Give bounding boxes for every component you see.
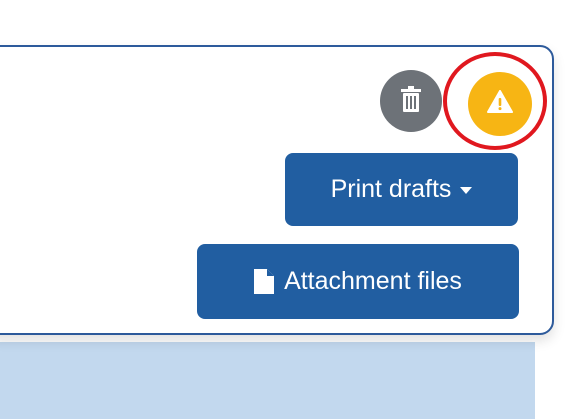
file-icon — [254, 269, 275, 294]
trash-icon — [400, 86, 422, 116]
attachment-files-button[interactable]: Attachment files — [197, 244, 519, 319]
print-drafts-label: Print drafts — [330, 175, 452, 203]
highlight-annotation-circle — [443, 52, 547, 150]
delete-button[interactable] — [380, 70, 442, 132]
attachment-files-label: Attachment files — [284, 267, 462, 295]
lower-panel — [0, 342, 535, 419]
print-drafts-dropdown-button[interactable]: Print drafts — [285, 153, 518, 226]
caret-down-icon — [460, 187, 473, 194]
